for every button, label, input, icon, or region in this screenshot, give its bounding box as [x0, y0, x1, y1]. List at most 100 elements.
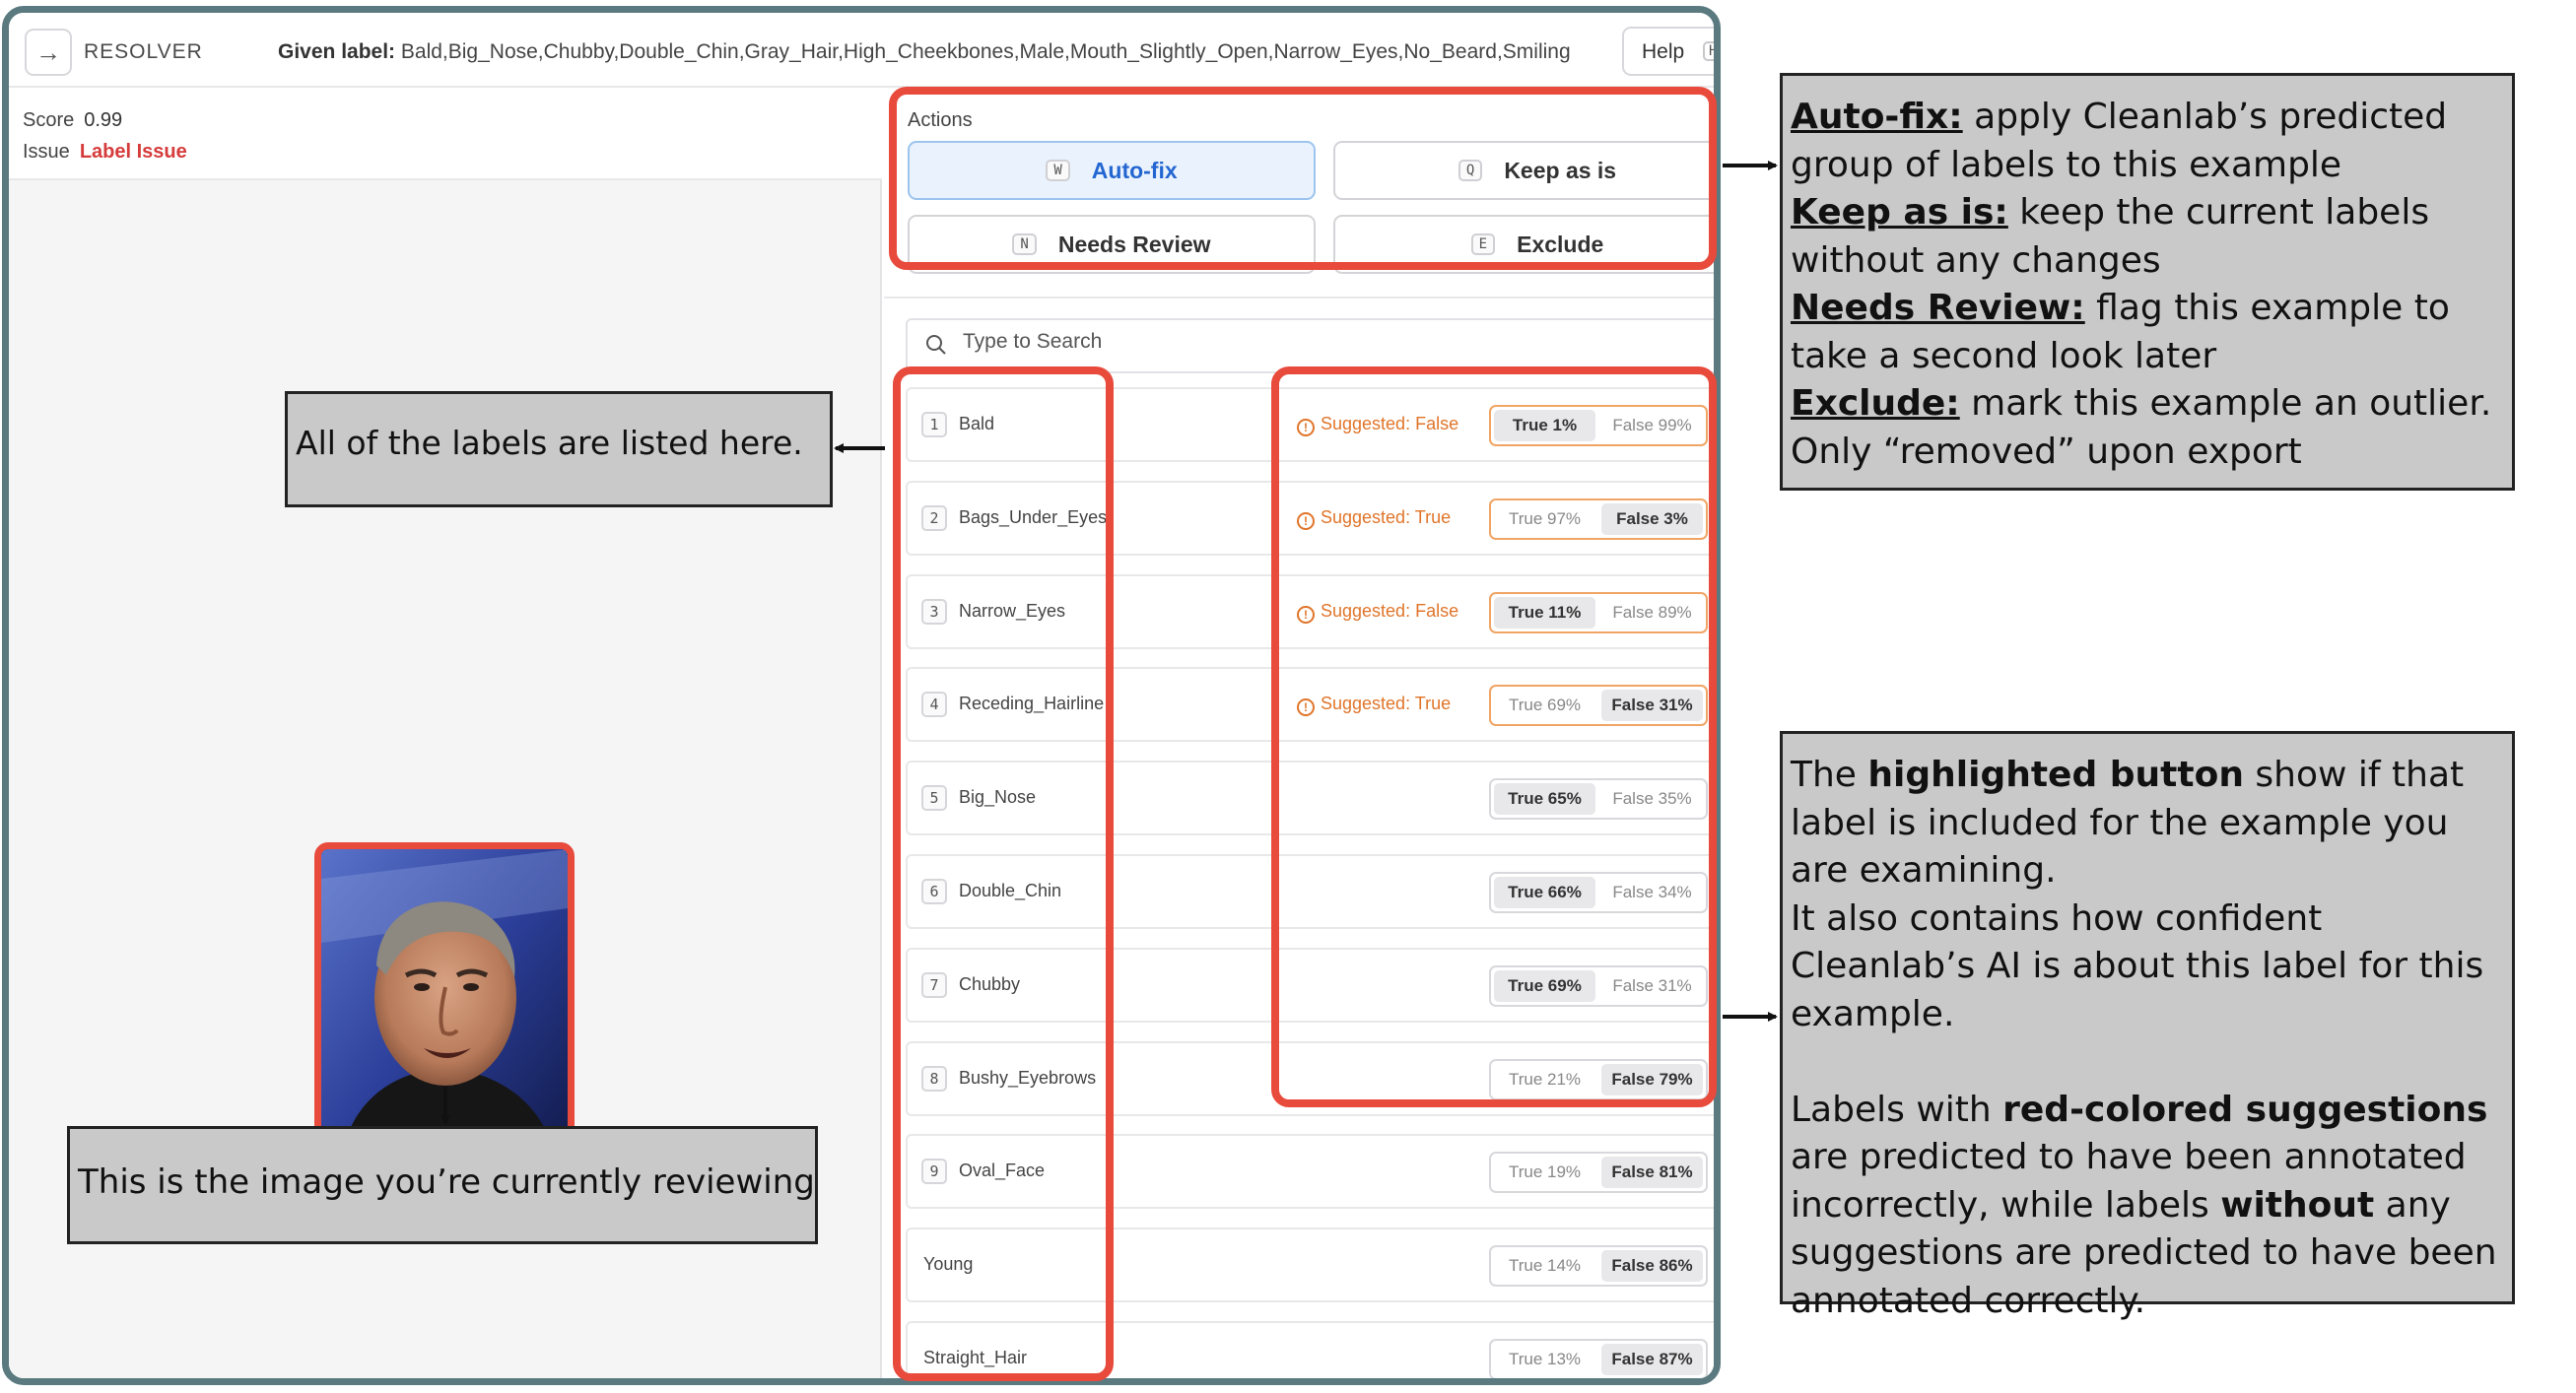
exclude-button[interactable]: E Exclude	[1333, 215, 1714, 274]
label-row[interactable]: 5 Big_Nose True 65% False 35%	[906, 761, 1714, 835]
false-option[interactable]: False 34%	[1601, 877, 1703, 908]
label-name: Big_Nose	[959, 787, 1037, 807]
true-option[interactable]: True 69%	[1494, 690, 1595, 721]
true-false-toggle[interactable]: True 11% False 89%	[1489, 592, 1708, 633]
true-option[interactable]: True 21%	[1494, 1064, 1595, 1095]
auto-fix-button[interactable]: W Auto-fix	[908, 141, 1316, 200]
true-false-toggle[interactable]: True 1% False 99%	[1489, 405, 1708, 446]
exclude-label: Exclude	[1517, 231, 1604, 257]
needs-review-label: Needs Review	[1057, 231, 1211, 257]
true-false-toggle[interactable]: True 69% False 31%	[1489, 685, 1708, 726]
true-false-toggle[interactable]: True 21% False 79%	[1489, 1059, 1708, 1100]
app-header: → RESOLVER Given label: Bald,Big_Nose,Ch…	[9, 13, 1714, 88]
true-false-toggle[interactable]: True 97% False 3%	[1489, 498, 1708, 540]
help-label: Help	[1642, 40, 1685, 63]
actions-callout: Auto-fix: apply Cleanlab’s predicted gro…	[1780, 73, 2515, 491]
keep-as-is-button[interactable]: Q Keep as is	[1333, 141, 1714, 200]
label-row[interactable]: 3 Narrow_Eyes! Suggested: False True 11% Fal…	[906, 574, 1714, 649]
suggestion-text: Suggested: True	[1321, 507, 1452, 527]
image-callout: This is the image you’re currently revie…	[67, 1126, 818, 1244]
labels-pane: Actions W Auto-fix Q Keep as is N Needs …	[884, 90, 1714, 1378]
app-title: RESOLVER	[84, 40, 203, 63]
label-shortcut-key: 7	[921, 972, 947, 998]
given-label-value: Bald,Big_Nose,Chubby,Double_Chin,Gray_Ha…	[400, 40, 1571, 63]
true-option[interactable]: True 1%	[1494, 410, 1595, 441]
label-row[interactable]: Straight_Hair True 13% False 87%	[906, 1321, 1714, 1378]
true-false-toggle[interactable]: True 19% False 81%	[1489, 1152, 1708, 1193]
true-option[interactable]: True 97%	[1494, 503, 1595, 535]
label-row[interactable]: Young True 14% False 86%	[906, 1227, 1714, 1302]
label-shortcut-key: 5	[921, 785, 947, 811]
true-option[interactable]: True 69%	[1494, 970, 1595, 1002]
true-option[interactable]: True 65%	[1494, 783, 1595, 815]
true-option[interactable]: True 14%	[1494, 1250, 1595, 1282]
label-name: Receding_Hairline	[959, 694, 1105, 713]
label-row[interactable]: 4 Receding_Hairline! Suggested: True True 6…	[906, 667, 1714, 742]
label-name: Narrow_Eyes	[959, 601, 1066, 621]
true-option[interactable]: True 11%	[1494, 597, 1595, 629]
exclude-shortcut-key: E	[1470, 233, 1496, 255]
review-explanation: Needs Review: flag this example to take …	[1791, 285, 2512, 380]
false-option[interactable]: False 35%	[1601, 783, 1703, 815]
suggestion-text: Suggested: False	[1321, 414, 1459, 433]
score-value: 0.99	[84, 109, 123, 131]
true-false-toggle[interactable]: True 14% False 86%	[1489, 1245, 1708, 1287]
true-false-toggle[interactable]: True 69% False 31%	[1489, 965, 1708, 1007]
true-option[interactable]: True 66%	[1494, 877, 1595, 908]
label-name: Oval_Face	[959, 1161, 1046, 1180]
issue-row: Issue Label Issue	[23, 141, 187, 164]
review-term: Needs Review:	[1791, 288, 2085, 328]
face-photo-icon	[321, 849, 568, 1161]
reviewed-image	[314, 842, 575, 1167]
labels-callout: All of the labels are listed here.	[285, 391, 833, 507]
suggestion-badge: ! Suggested: False	[1297, 601, 1458, 624]
actions-title: Actions	[908, 109, 973, 131]
alert-icon: !	[1297, 512, 1315, 530]
given-label: Given label: Bald,Big_Nose,Chubby,Double…	[278, 40, 1571, 64]
search-input[interactable]	[963, 330, 1456, 354]
label-name: Bags_Under_Eyes	[959, 507, 1108, 527]
true-option[interactable]: True 13%	[1494, 1344, 1595, 1375]
label-row[interactable]: 2 Bags_Under_Eyes! Suggested: True True 97%…	[906, 481, 1714, 556]
label-row[interactable]: 6 Double_Chin True 66% False 34%	[906, 854, 1714, 929]
false-option[interactable]: False 31%	[1601, 690, 1703, 721]
label-shortcut-key: 1	[921, 412, 947, 437]
false-option[interactable]: False 87%	[1601, 1344, 1703, 1375]
alert-icon: !	[1297, 606, 1315, 624]
false-option[interactable]: False 99%	[1601, 410, 1703, 441]
needs-review-button[interactable]: N Needs Review	[908, 215, 1316, 274]
suggestion-badge: ! Suggested: True	[1297, 694, 1451, 716]
keep-term: Keep as is:	[1791, 192, 2008, 232]
true-false-toggle[interactable]: True 65% False 35%	[1489, 778, 1708, 820]
label-row[interactable]: 1 Bald! Suggested: False True 1% False 99%	[906, 387, 1714, 462]
keep-explanation: Keep as is: keep the current labels with…	[1791, 189, 2512, 285]
highlight-callout: The highlighted button show if that labe…	[1780, 731, 2515, 1321]
search-box[interactable]	[906, 318, 1714, 373]
label-row[interactable]: 8 Bushy_Eyebrows True 21% False 79%	[906, 1041, 1714, 1116]
false-option[interactable]: False 86%	[1601, 1250, 1703, 1282]
back-button[interactable]: →	[25, 29, 72, 76]
highlight-para-1: The highlighted button show if that labe…	[1791, 752, 2512, 896]
alert-icon: !	[1297, 419, 1315, 436]
issue-value: Label Issue	[79, 141, 187, 163]
label-name: Bushy_Eyebrows	[959, 1068, 1097, 1088]
label-row[interactable]: 7 Chubby True 69% False 31%	[906, 948, 1714, 1023]
true-option[interactable]: True 19%	[1494, 1157, 1595, 1188]
false-option[interactable]: False 81%	[1601, 1157, 1703, 1188]
label-name: Double_Chin	[959, 881, 1062, 900]
help-button[interactable]: Help H	[1622, 27, 1714, 76]
false-option[interactable]: False 89%	[1601, 597, 1703, 629]
highlight-para-3: Labels with red-colored suggestions are …	[1791, 1087, 2512, 1326]
true-false-toggle[interactable]: True 13% False 87%	[1489, 1339, 1708, 1378]
label-name: Chubby	[959, 974, 1021, 994]
auto-fix-shortcut-key: W	[1046, 160, 1070, 181]
true-false-toggle[interactable]: True 66% False 34%	[1489, 872, 1708, 913]
false-option[interactable]: False 3%	[1601, 503, 1703, 535]
search-icon	[926, 335, 946, 355]
label-row[interactable]: 9 Oval_Face True 19% False 81%	[906, 1134, 1714, 1209]
label-name: Straight_Hair	[923, 1348, 1028, 1367]
false-option[interactable]: False 79%	[1601, 1064, 1703, 1095]
score-summary: Score 0.99 Issue Label Issue	[9, 90, 882, 180]
highlight-text-bold: highlighted button	[1867, 755, 2244, 795]
false-option[interactable]: False 31%	[1601, 970, 1703, 1002]
